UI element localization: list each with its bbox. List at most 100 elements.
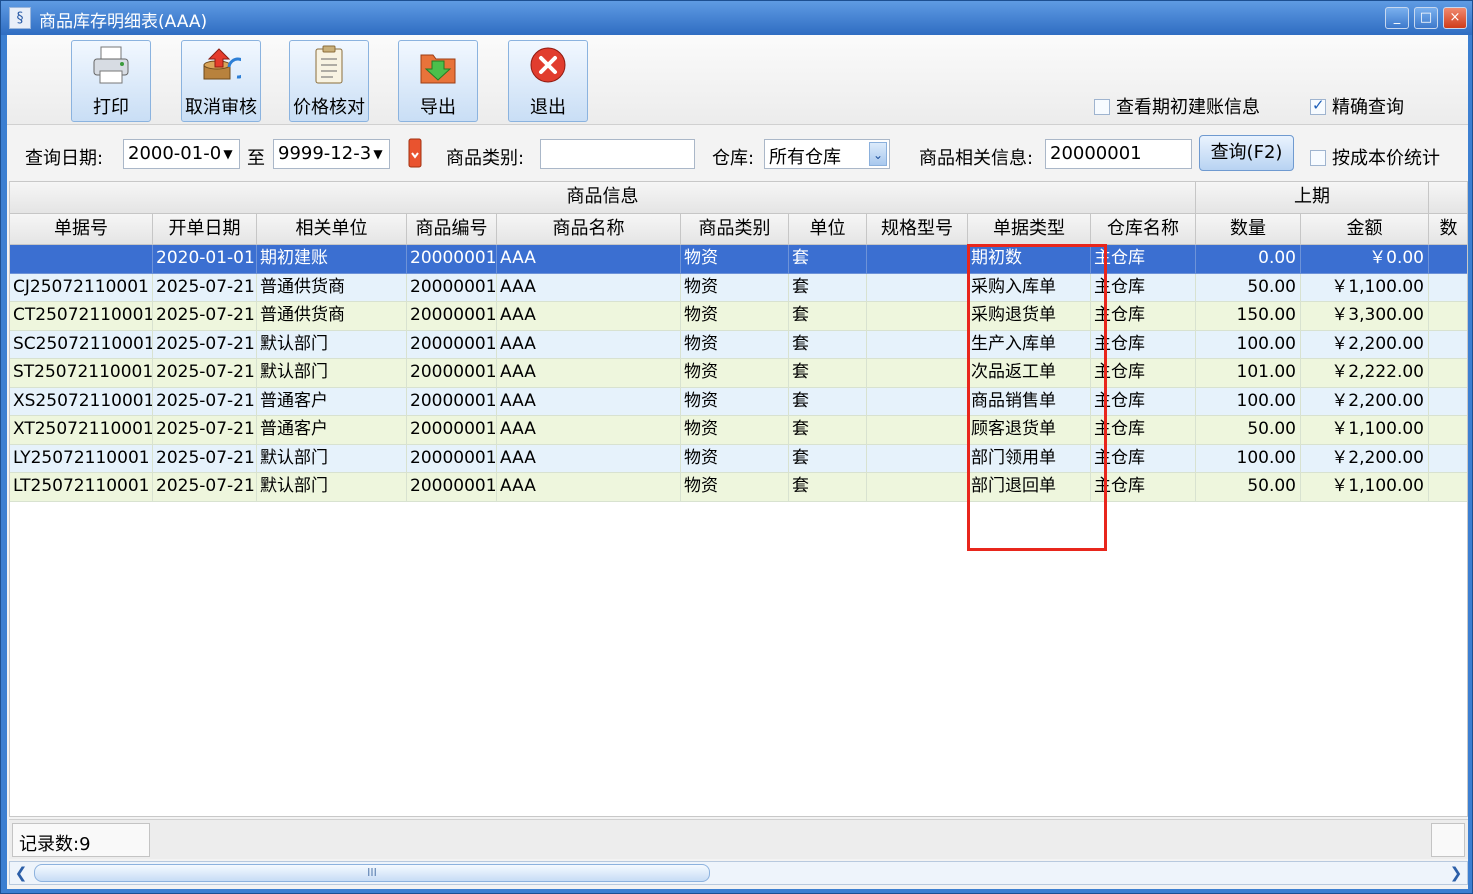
table-row[interactable]: SC25072110001 2025-07-21 默认部门 20000001 AAA 物资…	[10, 330, 1467, 359]
cell-open-date[interactable]: 2025-07-21	[153, 302, 257, 331]
title-bar[interactable]: § 商品库存明细表(AAA) _ □ ×	[1, 1, 1472, 35]
cell-quantity[interactable]: 150.00	[1196, 302, 1301, 331]
cell-warehouse-name[interactable]: 主仓库	[1091, 473, 1196, 502]
group-header-next[interactable]	[1429, 182, 1467, 214]
cell-unit[interactable]: 套	[789, 359, 867, 388]
cell-spec-model[interactable]	[867, 359, 968, 388]
cell-unit[interactable]: 套	[789, 473, 867, 502]
column-header-unit[interactable]: 单位	[789, 214, 867, 245]
cell-related-unit[interactable]: 默认部门	[257, 359, 407, 388]
cell-amount[interactable]: ￥2,200.00	[1301, 444, 1429, 473]
cost-price-checkbox[interactable]: 按成本价统计	[1310, 144, 1440, 170]
horizontal-scrollbar[interactable]: ❮ III ❯	[9, 861, 1468, 885]
cell-quantity[interactable]: 100.00	[1196, 387, 1301, 416]
cell-amount[interactable]: ￥1,100.00	[1301, 473, 1429, 502]
cell-product-code[interactable]: 20000001	[407, 273, 497, 302]
group-header-product-info[interactable]: 商品信息	[10, 182, 1196, 214]
cell-open-date[interactable]: 2025-07-21	[153, 330, 257, 359]
opening-info-checkbox-box[interactable]	[1094, 99, 1110, 115]
cell-product-code[interactable]: 20000001	[407, 473, 497, 502]
cell-open-date[interactable]: 2025-07-21	[153, 359, 257, 388]
cell-amount[interactable]: ￥1,100.00	[1301, 273, 1429, 302]
cell-doc-no[interactable]	[10, 245, 153, 274]
cell-unit[interactable]: 套	[789, 273, 867, 302]
cell-amount[interactable]: ￥2,200.00	[1301, 330, 1429, 359]
cell-doc-type[interactable]: 商品销售单	[968, 387, 1091, 416]
cell-warehouse-name[interactable]: 主仓库	[1091, 359, 1196, 388]
category-input[interactable]	[540, 139, 695, 169]
cell-amount[interactable]: ￥3,300.00	[1301, 302, 1429, 331]
exit-button[interactable]: 退出	[508, 40, 588, 122]
cell-doc-type[interactable]: 生产入库单	[968, 330, 1091, 359]
cell-product-category[interactable]: 物资	[681, 330, 789, 359]
opening-info-checkbox[interactable]: 查看期初建账信息	[1094, 93, 1260, 119]
cell-product-category[interactable]: 物资	[681, 444, 789, 473]
cell-doc-no[interactable]: ST25072110001	[10, 359, 153, 388]
cell-product-name[interactable]: AAA	[497, 473, 681, 502]
cell-related-unit[interactable]: 默认部门	[257, 444, 407, 473]
date-from-picker[interactable]: 2000-01-0 ▼	[123, 139, 240, 169]
cell-product-category[interactable]: 物资	[681, 473, 789, 502]
cell-quantity[interactable]: 50.00	[1196, 416, 1301, 445]
cell-doc-no[interactable]: SC25072110001	[10, 330, 153, 359]
cell-warehouse-name[interactable]: 主仓库	[1091, 330, 1196, 359]
cell-related-unit[interactable]: 普通供货商	[257, 302, 407, 331]
cell-product-code[interactable]: 20000001	[407, 302, 497, 331]
cell-next[interactable]	[1429, 330, 1467, 359]
cell-spec-model[interactable]	[867, 245, 968, 274]
table-row[interactable]: XT25072110001 2025-07-21 普通客户 20000001 AAA 物资…	[10, 416, 1467, 445]
cell-doc-no[interactable]: LT25072110001	[10, 473, 153, 502]
cell-next[interactable]	[1429, 273, 1467, 302]
product-info-input[interactable]: 20000001	[1045, 139, 1192, 169]
exact-query-checkbox[interactable]: 精确查询	[1310, 93, 1404, 119]
table-row[interactable]: CJ25072110001 2025-07-21 普通供货商 20000001 AAA 物…	[10, 273, 1467, 302]
date-to-picker[interactable]: 9999-12-3 ▼	[273, 139, 390, 169]
cell-open-date[interactable]: 2025-07-21	[153, 387, 257, 416]
cell-product-name[interactable]: AAA	[497, 359, 681, 388]
cell-product-name[interactable]: AAA	[497, 444, 681, 473]
cell-doc-no[interactable]: LY25072110001	[10, 444, 153, 473]
print-button[interactable]: 打印	[71, 40, 151, 122]
cell-open-date[interactable]: 2025-07-21	[153, 273, 257, 302]
cell-amount[interactable]: ￥2,222.00	[1301, 359, 1429, 388]
table-row[interactable]: LT25072110001 2025-07-21 默认部门 20000001 AAA 物资…	[10, 473, 1467, 502]
cell-product-code[interactable]: 20000001	[407, 359, 497, 388]
cell-doc-type[interactable]: 期初数	[968, 245, 1091, 274]
cell-related-unit[interactable]: 期初建账	[257, 245, 407, 274]
close-button[interactable]: ×	[1443, 7, 1467, 29]
cell-next[interactable]	[1429, 302, 1467, 331]
cell-open-date[interactable]: 2025-07-21	[153, 473, 257, 502]
column-header-product-code[interactable]: 商品编号	[407, 214, 497, 245]
column-header-warehouse-name[interactable]: 仓库名称	[1091, 214, 1196, 245]
cell-product-category[interactable]: 物资	[681, 302, 789, 331]
cell-unit[interactable]: 套	[789, 416, 867, 445]
cell-product-category[interactable]: 物资	[681, 416, 789, 445]
cell-next[interactable]	[1429, 387, 1467, 416]
cell-unit[interactable]: 套	[789, 330, 867, 359]
cell-product-name[interactable]: AAA	[497, 387, 681, 416]
cell-spec-model[interactable]	[867, 416, 968, 445]
cell-open-date[interactable]: 2020-01-01	[153, 245, 257, 274]
chevron-down-icon[interactable]: ▼	[219, 142, 237, 166]
cell-product-name[interactable]: AAA	[497, 330, 681, 359]
cell-next[interactable]	[1429, 245, 1467, 274]
cell-product-category[interactable]: 物资	[681, 273, 789, 302]
cell-doc-type[interactable]: 部门领用单	[968, 444, 1091, 473]
cell-related-unit[interactable]: 默认部门	[257, 330, 407, 359]
cell-quantity[interactable]: 50.00	[1196, 473, 1301, 502]
cell-product-code[interactable]: 20000001	[407, 330, 497, 359]
cell-doc-type[interactable]: 采购退货单	[968, 302, 1091, 331]
cell-warehouse-name[interactable]: 主仓库	[1091, 416, 1196, 445]
cell-spec-model[interactable]	[867, 273, 968, 302]
cell-doc-type[interactable]: 部门退回单	[968, 473, 1091, 502]
column-header-next[interactable]: 数	[1429, 214, 1467, 245]
query-button[interactable]: 查询(F2)	[1199, 135, 1294, 171]
cell-product-code[interactable]: 20000001	[407, 245, 497, 274]
cell-doc-no[interactable]: CJ25072110001	[10, 273, 153, 302]
table-row[interactable]: 2020-01-01 期初建账 20000001 AAA 物资套 期初数 主仓库 0.00 ￥0…	[10, 245, 1467, 274]
cell-quantity[interactable]: 101.00	[1196, 359, 1301, 388]
cell-quantity[interactable]: 0.00	[1196, 245, 1301, 274]
cell-product-code[interactable]: 20000001	[407, 387, 497, 416]
inventory-grid[interactable]: 商品信息 上期 单据号 开单日期 相关单位 商品编号 商品名称 商品类别 单位 规格型号 单据类…	[9, 181, 1468, 817]
cell-unit[interactable]: 套	[789, 245, 867, 274]
